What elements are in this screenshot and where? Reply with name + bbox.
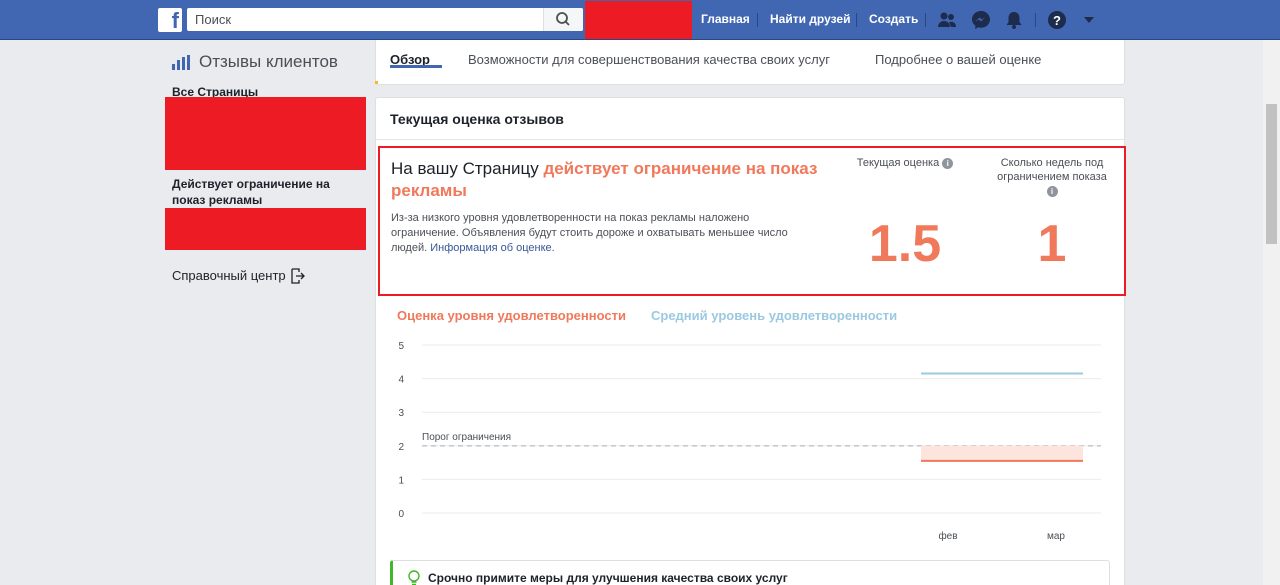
warning-prefix: На вашу Страницу xyxy=(391,159,544,178)
weeks-restricted-label: Сколько недель под ограничением показа i xyxy=(987,156,1117,198)
tip-text: Срочно примите меры для улучшения качест… xyxy=(428,571,788,585)
help-icon[interactable]: ? xyxy=(1047,10,1067,30)
svg-text:?: ? xyxy=(1053,13,1061,28)
card-header: Текущая оценка отзывов xyxy=(376,98,1124,140)
facebook-logo-icon[interactable]: f xyxy=(158,8,182,33)
improvement-tip-banner[interactable]: Срочно примите меры для улучшения качест… xyxy=(390,560,1110,585)
nav-create-link[interactable]: Создать xyxy=(869,12,918,26)
search-placeholder: Поиск xyxy=(195,12,232,27)
y-tick-label: 0 xyxy=(398,509,404,520)
threshold-label: Порог ограничения xyxy=(422,432,511,443)
messenger-icon[interactable] xyxy=(971,10,991,30)
redacted-profile xyxy=(585,1,692,39)
active-tab-indicator xyxy=(390,65,442,68)
chevron-down-icon[interactable] xyxy=(1083,15,1095,25)
sidebar-help-center-link[interactable]: Справочный центр xyxy=(172,268,286,283)
legend-satisfaction-score[interactable]: Оценка уровня удовлетворенности xyxy=(397,308,626,323)
tab-score-details[interactable]: Подробнее о вашей оценке xyxy=(875,52,1041,67)
y-tick-label: 3 xyxy=(398,408,404,419)
external-link-icon[interactable] xyxy=(290,268,306,284)
tab-marker xyxy=(375,81,378,84)
chart-bars-icon xyxy=(172,55,190,70)
current-score-value: 1.5 xyxy=(868,215,942,273)
info-icon[interactable]: i xyxy=(1046,186,1058,197)
score-info-link[interactable]: Информация об оценке. xyxy=(430,242,554,254)
tabs-bar: Обзор Возможности для совершенствования … xyxy=(375,40,1125,85)
tab-improvements[interactable]: Возможности для совершенствования качест… xyxy=(468,52,830,67)
current-score-label-text: Текущая оценка xyxy=(856,157,940,169)
lightbulb-icon xyxy=(408,570,420,585)
y-tick-label: 1 xyxy=(398,475,404,486)
search-icon xyxy=(556,12,570,26)
redacted-restricted-page xyxy=(165,208,366,250)
nav-separator xyxy=(757,13,758,27)
x-tick-label: фев xyxy=(938,530,957,542)
y-tick-label: 5 xyxy=(398,341,404,352)
friends-icon[interactable] xyxy=(937,10,957,30)
search-button[interactable] xyxy=(543,8,583,31)
warning-description: Из-за низкого уровня удовлетворенности н… xyxy=(391,211,811,256)
search-input[interactable]: Поиск xyxy=(187,8,583,31)
weeks-restricted-value: 1 xyxy=(1037,215,1067,273)
warning-headline: На вашу Страницу действует ограничение н… xyxy=(391,158,841,202)
restriction-warning-box: На вашу Страницу действует ограничение н… xyxy=(378,146,1126,296)
x-tick-label: мар xyxy=(1047,531,1065,542)
redacted-page-list xyxy=(165,97,366,170)
sidebar-title: Отзывы клиентов xyxy=(199,52,338,71)
nav-separator xyxy=(856,13,857,27)
satisfaction-line-chart: 0 1 2 3 4 5 фев мар Порог ограничения xyxy=(398,341,1101,542)
current-score-label: Текущая оценка i xyxy=(840,156,970,170)
legend-average-satisfaction[interactable]: Средний уровень удовлетворенности xyxy=(651,308,897,323)
y-tick-label: 2 xyxy=(398,442,404,453)
sidebar-restricted-label: Действует ограничение на показ рекламы xyxy=(172,177,330,207)
review-score-card: Текущая оценка отзывов На вашу Страницу … xyxy=(375,97,1126,585)
weeks-label-text: Сколько недель под ограничением показа xyxy=(997,157,1107,183)
top-navigation-bar: f Поиск Главная Найти друзей Создать ? xyxy=(0,0,1280,40)
card-title: Текущая оценка отзывов xyxy=(390,111,564,127)
nav-home-link[interactable]: Главная xyxy=(701,12,750,26)
info-icon[interactable]: i xyxy=(942,158,954,169)
notifications-icon[interactable] xyxy=(1004,10,1024,30)
y-tick-label: 4 xyxy=(398,375,404,386)
nav-find-friends-link[interactable]: Найти друзей xyxy=(770,12,850,26)
scrollbar-thumb[interactable] xyxy=(1266,104,1277,244)
nav-separator xyxy=(1035,13,1036,27)
restriction-area xyxy=(921,445,1083,461)
nav-separator xyxy=(925,13,926,27)
